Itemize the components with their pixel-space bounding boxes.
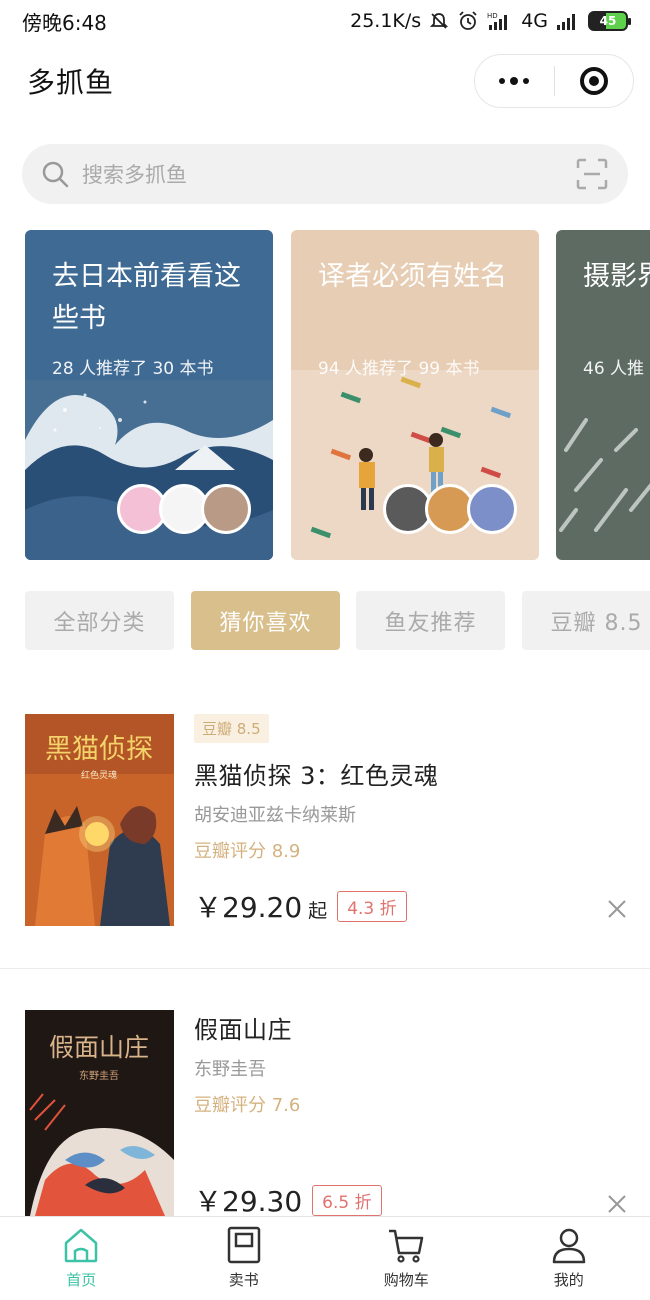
tab-sell-books[interactable]: 卖书 xyxy=(163,1217,326,1300)
svg-text:红色灵魂: 红色灵魂 xyxy=(81,769,117,781)
recommender-avatars xyxy=(117,484,251,534)
app-header: 多抓鱼 xyxy=(0,42,650,120)
mini-program-capsule xyxy=(474,54,634,108)
card-subtitle: 28 人推荐了 30 本书 xyxy=(52,359,214,379)
cover-black-cat: 黑猫侦探 红色灵魂 xyxy=(25,714,174,926)
more-button[interactable] xyxy=(475,55,554,107)
list-divider xyxy=(0,968,650,969)
cell-signal-icon xyxy=(557,14,575,30)
search-input[interactable]: 搜索多抓鱼 xyxy=(82,159,574,189)
cart-icon xyxy=(389,1229,424,1263)
network-speed: 25.1K/s xyxy=(350,10,422,32)
chip-all-categories[interactable]: 全部分类 xyxy=(25,591,174,650)
book-rating: 豆瓣评分 7.6 xyxy=(194,1095,301,1116)
avatar xyxy=(201,484,251,534)
category-chips: 全部分类 猜你喜欢 鱼友推荐 豆瓣 8.5 xyxy=(25,591,650,651)
card-title: 译者必须有姓名 xyxy=(318,261,507,292)
card-title: 去日本前看看这些书 xyxy=(52,261,241,334)
book-info: 假面山庄 东野圭吾 豆瓣评分 7.6 xyxy=(194,1010,624,1117)
douban-badge: 豆瓣 8.5 xyxy=(194,714,269,743)
battery-level: 45 xyxy=(599,14,617,28)
book-title[interactable]: 假面山庄 xyxy=(194,1010,624,1045)
book-item[interactable]: 假面山庄 东野圭吾 假面山庄 东野圭吾 豆瓣评分 7.6 ￥29.30 6.5 … xyxy=(0,1010,650,1216)
tab-label: 我的 xyxy=(553,1271,584,1289)
tab-label: 购物车 xyxy=(383,1271,429,1289)
target-icon xyxy=(579,67,608,95)
battery-icon: 45 xyxy=(588,11,631,31)
book-title[interactable]: 黑猫侦探 3：红色灵魂 xyxy=(194,756,624,791)
book-rating: 豆瓣评分 8.9 xyxy=(194,841,301,862)
bell-off-icon xyxy=(430,13,449,29)
book-author: 胡安迪亚兹卡纳莱斯 xyxy=(194,805,356,826)
avatar xyxy=(467,484,517,534)
card-title: 摄影界截片 xyxy=(583,261,650,292)
tab-mine[interactable]: 我的 xyxy=(488,1217,650,1300)
svg-text:黑猫侦探: 黑猫侦探 xyxy=(45,734,153,765)
tab-label: 首页 xyxy=(66,1271,97,1289)
alarm-icon xyxy=(459,11,477,30)
close-mini-program-button[interactable] xyxy=(555,55,634,107)
user-icon xyxy=(552,1228,585,1264)
search-bar[interactable]: 搜索多抓鱼 xyxy=(22,144,628,204)
bottom-tabbar: 首页 卖书 购物车 我的 xyxy=(0,1216,650,1300)
book-info: 豆瓣 8.5 黑猫侦探 3：红色灵魂 胡安迪亚兹卡纳莱斯 豆瓣评分 8.9 xyxy=(194,714,624,863)
page-title: 多抓鱼 xyxy=(27,66,115,99)
book-icon xyxy=(227,1226,260,1264)
collection-card-translators[interactable]: 译者必须有姓名 94 人推荐了 99 本书 xyxy=(291,230,539,560)
price-row: ￥29.30 6.5 折 xyxy=(194,1180,382,1216)
book-price: ￥29.20 xyxy=(194,891,303,924)
tab-label: 卖书 xyxy=(228,1271,259,1289)
tab-home[interactable]: 首页 xyxy=(0,1217,163,1300)
status-indicators: 25.1K/s HD 4G 45 xyxy=(350,10,631,32)
tab-cart[interactable]: 购物车 xyxy=(325,1217,488,1300)
cover-masked-manor: 假面山庄 东野圭吾 xyxy=(25,1010,174,1216)
book-author: 东野圭吾 xyxy=(194,1059,266,1080)
book-price: ￥29.30 xyxy=(194,1185,303,1216)
scan-icon[interactable] xyxy=(574,156,610,192)
book-item[interactable]: 黑猫侦探 红色灵魂 豆瓣 8.5 黑猫侦探 3：红色灵魂 胡安迪亚兹卡纳莱斯 豆… xyxy=(0,714,650,944)
discount-badge: 6.5 折 xyxy=(312,1184,382,1216)
more-dots-icon xyxy=(499,77,530,85)
status-time: 傍晚6:48 xyxy=(22,10,107,35)
book-cover[interactable]: 假面山庄 东野圭吾 xyxy=(25,1010,174,1216)
chip-guess-you-like[interactable]: 猜你喜欢 xyxy=(191,591,340,650)
status-bar: 傍晚6:48 25.1K/s HD 4G 45 xyxy=(0,0,650,42)
close-icon[interactable] xyxy=(606,1193,628,1215)
price-suffix: 起 xyxy=(308,899,328,922)
hd-signal-icon: HD xyxy=(487,12,508,30)
search-icon xyxy=(42,161,69,188)
chip-fish-friends[interactable]: 鱼友推荐 xyxy=(356,591,505,650)
svg-text:HD: HD xyxy=(487,12,498,20)
card-subtitle: 46 人推 xyxy=(583,359,645,379)
chip-douban-85[interactable]: 豆瓣 8.5 xyxy=(522,591,650,650)
price-row: ￥29.20 起 4.3 折 xyxy=(194,886,407,926)
svg-text:东野圭吾: 东野圭吾 xyxy=(79,1069,119,1082)
home-icon xyxy=(65,1228,98,1263)
card-subtitle: 94 人推荐了 99 本书 xyxy=(318,359,480,379)
discount-badge: 4.3 折 xyxy=(337,890,407,922)
collection-card-japan[interactable]: 去日本前看看这些书 28 人推荐了 30 本书 xyxy=(25,230,273,560)
svg-text:假面山庄: 假面山庄 xyxy=(49,1033,149,1062)
collection-card-photography[interactable]: 摄影界截片 46 人推 xyxy=(556,230,650,560)
network-type: 4G xyxy=(521,10,548,32)
book-cover[interactable]: 黑猫侦探 红色灵魂 xyxy=(25,714,174,926)
close-icon[interactable] xyxy=(606,898,628,920)
collection-carousel[interactable]: 去日本前看看这些书 28 人推荐了 30 本书 译者必须有姓名 94 人推荐了 … xyxy=(25,230,650,562)
recommender-avatars xyxy=(383,484,517,534)
